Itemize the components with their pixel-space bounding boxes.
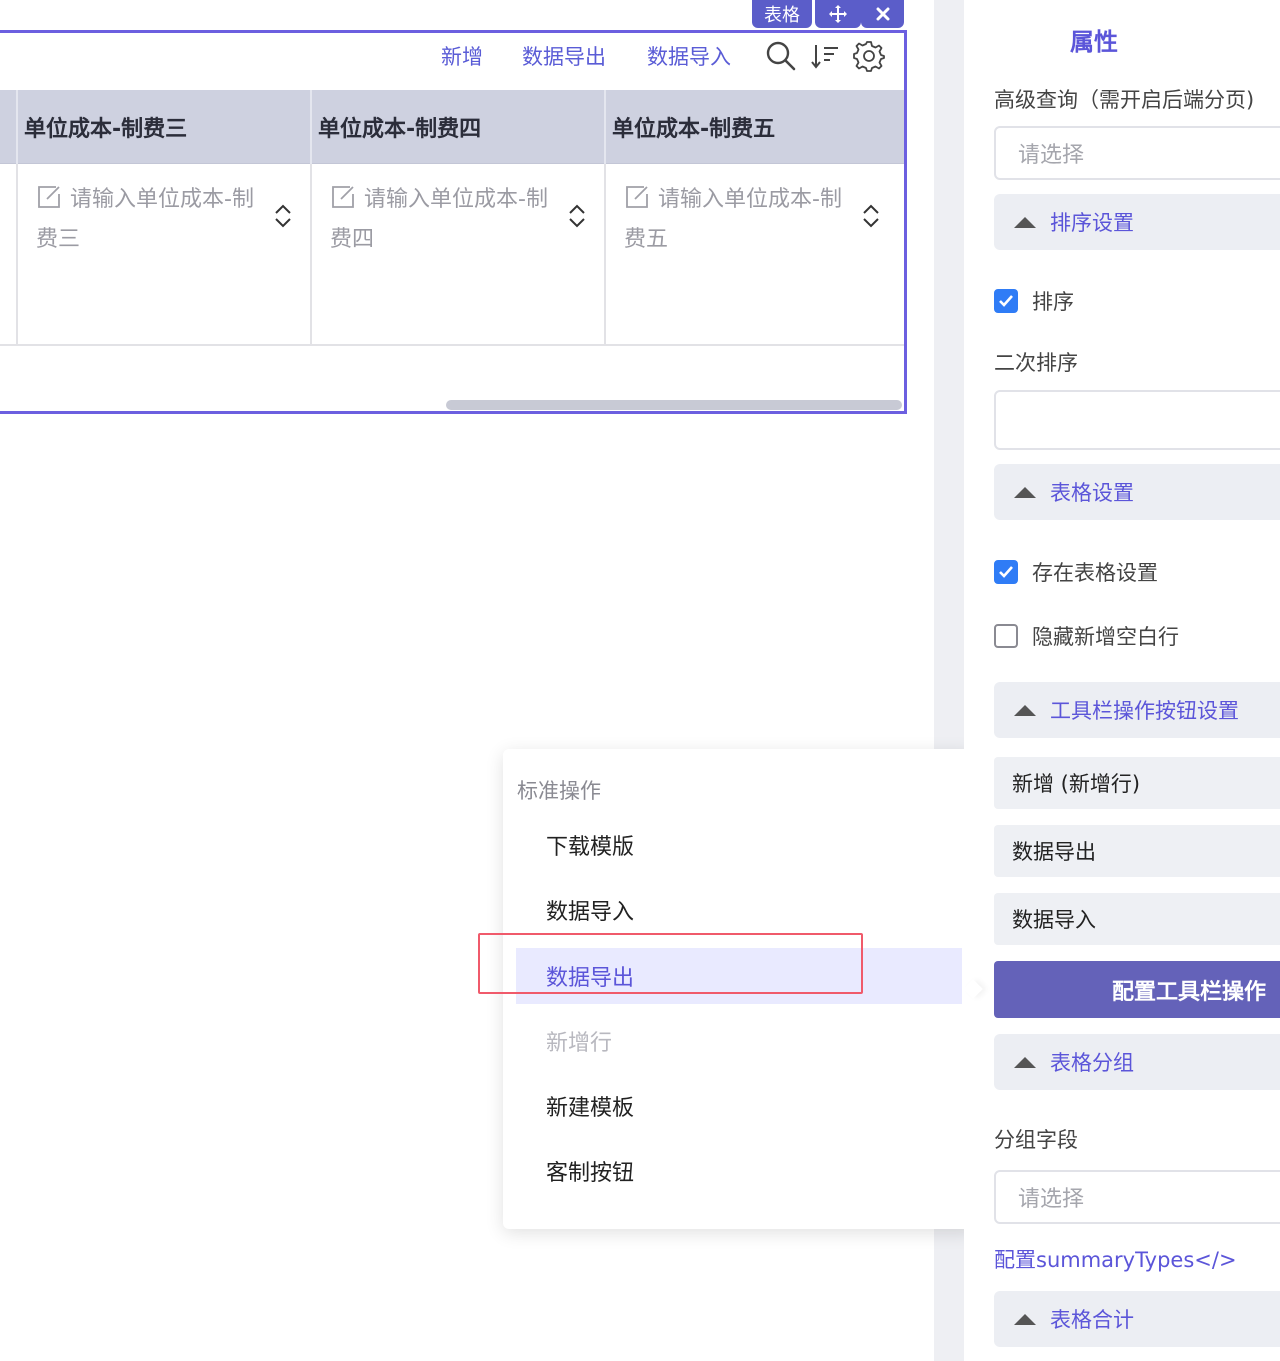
column-header[interactable]: 单位成本-制费四: [310, 90, 604, 164]
checkbox-label: 隐藏新增空白行: [1032, 625, 1179, 649]
annotation-highlight-box-overlay: [478, 933, 863, 994]
stepper-chevron-icon[interactable]: [274, 202, 292, 230]
secondary-sort-select[interactable]: [994, 390, 1280, 450]
move-icon[interactable]: [815, 0, 861, 28]
collapse-triangle-icon: [1014, 704, 1036, 716]
dropdown-item-add-row: 新增行: [546, 1031, 613, 1056]
cell-placeholder: 请输入单位成本-制费三: [36, 187, 254, 252]
table-header: 单位成本-制费三 单位成本-制费四 单位成本-制费五: [0, 90, 904, 164]
secondary-sort-label: 二次排序: [994, 351, 1078, 375]
section-label: 表格合计: [1050, 1308, 1134, 1332]
sort-icon[interactable]: [808, 39, 842, 73]
group-field-label: 分组字段: [994, 1128, 1078, 1152]
number-input[interactable]: 请输入单位成本-制费三: [36, 180, 256, 260]
section-toolbar-buttons[interactable]: 工具栏操作按钮设置: [994, 682, 1280, 738]
widget-type-tag: 表格: [752, 0, 812, 28]
stepper-chevron-icon[interactable]: [862, 202, 880, 230]
table-row: 请输入单位成本-制费三 请输入单位成本-制费四 请输入单位成本-制费五: [0, 164, 904, 346]
select-placeholder: 请选择: [1018, 143, 1085, 168]
table-cell[interactable]: 请输入单位成本-制费五: [604, 164, 904, 346]
properties-panel: 属性 高级查询（需开启后端分页) 请选择 排序设置 排序 二次排序 表格设置 存…: [964, 0, 1280, 1361]
collapse-triangle-icon: [1014, 486, 1036, 498]
section-label: 表格设置: [1050, 481, 1134, 505]
stepper-chevron-icon[interactable]: [568, 202, 586, 230]
settings-gear-icon[interactable]: [852, 39, 886, 73]
configure-summary-types-link[interactable]: 配置summaryTypes</>: [994, 1244, 1237, 1274]
dropdown-item-custom-button[interactable]: 客制按钮: [516, 1143, 962, 1199]
edit-icon: [626, 186, 648, 208]
select-placeholder: 请选择: [1018, 1187, 1085, 1212]
dropdown-group-label: 标准操作: [517, 779, 601, 803]
panel-title: 属性: [1070, 28, 1118, 56]
toolbar-button-item[interactable]: 新增 (新增行): [994, 757, 1280, 809]
checkbox-checked-icon[interactable]: [994, 289, 1018, 313]
import-button[interactable]: 数据导入: [647, 41, 731, 71]
close-icon[interactable]: [861, 0, 904, 28]
scrollbar-thumb[interactable]: [446, 400, 902, 410]
hide-blank-row-row[interactable]: 隐藏新增空白行: [994, 621, 1179, 651]
export-button[interactable]: 数据导出: [522, 41, 606, 71]
toolbar-button-item[interactable]: 数据导入: [994, 893, 1280, 945]
checkbox-unchecked-icon[interactable]: [994, 624, 1018, 648]
collapse-triangle-icon: [1014, 1313, 1036, 1325]
cell-placeholder: 请输入单位成本-制费五: [624, 187, 842, 252]
sort-checkbox-row[interactable]: 排序: [994, 286, 1074, 316]
group-field-select[interactable]: 请选择: [994, 1170, 1280, 1224]
advanced-query-select[interactable]: 请选择: [994, 126, 1280, 180]
table-cell[interactable]: 请输入单位成本-制费三: [16, 164, 310, 346]
dropdown-item-download-template[interactable]: 下载模版: [516, 817, 962, 873]
toolbar-button-item[interactable]: 数据导出: [994, 825, 1280, 877]
exist-table-setting-row[interactable]: 存在表格设置: [994, 557, 1158, 587]
table-widget[interactable]: 新增 数据导出 数据导入 单位成本-制费三 单位成本-制费四 单位成本-制费五 …: [0, 30, 907, 414]
section-table-total[interactable]: 表格合计: [994, 1291, 1280, 1347]
advanced-query-label: 高级查询（需开启后端分页): [994, 88, 1255, 112]
section-sort-settings[interactable]: 排序设置: [994, 194, 1280, 250]
dropdown-item-data-import[interactable]: 数据导入: [516, 882, 962, 938]
edit-icon: [38, 186, 60, 208]
collapse-triangle-icon: [1014, 1056, 1036, 1068]
edit-icon: [332, 186, 354, 208]
checkbox-label: 存在表格设置: [1032, 561, 1158, 585]
section-label: 工具栏操作按钮设置: [1050, 699, 1239, 723]
column-header[interactable]: 单位成本-制费三: [16, 90, 310, 164]
section-table-grouping[interactable]: 表格分组: [994, 1034, 1280, 1090]
collapse-triangle-icon: [1014, 216, 1036, 228]
configure-toolbar-button[interactable]: 配置工具栏操作: [994, 961, 1280, 1018]
cell-placeholder: 请输入单位成本-制费四: [330, 187, 548, 252]
checkbox-label: 排序: [1032, 290, 1074, 314]
section-table-settings[interactable]: 表格设置: [994, 464, 1280, 520]
dropdown-item-new-template[interactable]: 新建模板: [516, 1078, 962, 1134]
add-button[interactable]: 新增: [441, 41, 483, 71]
section-label: 表格分组: [1050, 1051, 1134, 1075]
horizontal-scrollbar[interactable]: [0, 397, 904, 411]
number-input[interactable]: 请输入单位成本-制费四: [330, 180, 550, 260]
number-input[interactable]: 请输入单位成本-制费五: [624, 180, 844, 260]
table-toolbar: 新增 数据导出 数据导入: [0, 33, 904, 89]
section-label: 排序设置: [1050, 211, 1134, 235]
table-cell[interactable]: 请输入单位成本-制费四: [310, 164, 604, 346]
column-header[interactable]: 单位成本-制费五: [604, 90, 904, 164]
search-icon[interactable]: [764, 39, 798, 73]
checkbox-checked-icon[interactable]: [994, 560, 1018, 584]
